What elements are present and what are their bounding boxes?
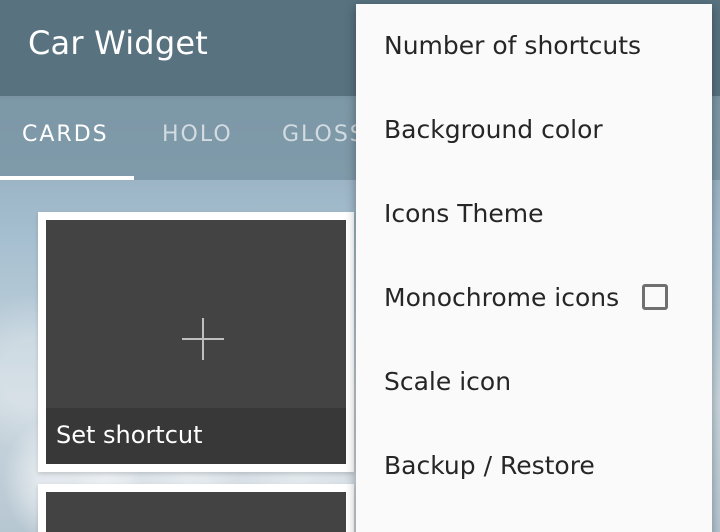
tab-indicator [0, 176, 134, 180]
menu-item-label: Monochrome icons [384, 283, 620, 312]
plus-icon[interactable] [182, 318, 224, 360]
shortcut-card-secondary[interactable] [38, 484, 354, 532]
monochrome-icons-checkbox[interactable] [642, 284, 668, 310]
tab-holo[interactable]: HOLO [162, 122, 233, 147]
menu-item-backup-restore[interactable]: Backup / Restore [356, 424, 712, 508]
menu-item-icons-theme[interactable]: Icons Theme [356, 172, 712, 256]
shortcut-card-footer: Set shortcut [46, 408, 346, 464]
tab-cards[interactable]: CARDS [22, 122, 109, 147]
menu-item-background-color[interactable]: Background color [356, 88, 712, 172]
menu-item-number-of-shortcuts[interactable]: Number of shortcuts [356, 4, 712, 88]
app-title: Car Widget [28, 24, 208, 62]
shortcut-card[interactable]: Set shortcut [38, 212, 354, 472]
overflow-menu: Number of shortcuts Background color Ico… [356, 4, 712, 532]
tab-gloss[interactable]: GLOSS [282, 122, 366, 147]
menu-item-label: Background color [384, 115, 603, 144]
menu-item-label: Scale icon [384, 367, 512, 396]
menu-item-label: Number of shortcuts [384, 31, 642, 60]
shortcut-label: Set shortcut [56, 421, 203, 449]
screen: Car Widget CARDS HOLO GLOSS Set shortcut… [0, 0, 720, 532]
menu-item-monochrome-icons[interactable]: Monochrome icons [356, 256, 712, 340]
shortcut-card-secondary-body[interactable] [46, 492, 346, 532]
shortcut-card-body[interactable]: Set shortcut [46, 220, 346, 464]
menu-item-label: Backup / Restore [384, 451, 595, 480]
menu-item-label: Icons Theme [384, 199, 544, 228]
menu-item-scale-icon[interactable]: Scale icon [356, 340, 712, 424]
